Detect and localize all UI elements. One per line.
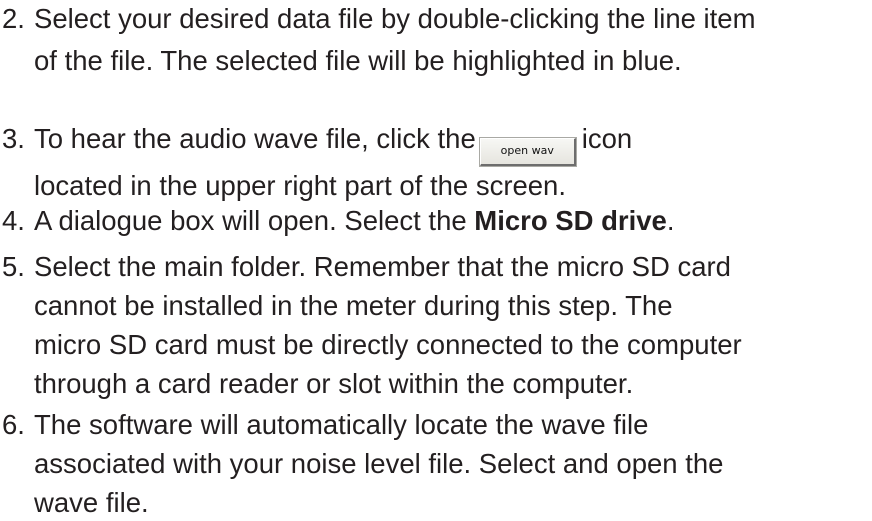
- step-3-text-before: To hear the audio wave file, click the: [34, 123, 476, 154]
- step-2: 2. Select your desired data file by doubl…: [0, 0, 756, 79]
- step-5: 5. Select the main folder. Remember that …: [0, 248, 742, 402]
- step-3-line-1: 3. To hear the audio wave file, click the…: [0, 120, 633, 167]
- step-3-text-after: icon: [581, 123, 633, 154]
- step-4-text-after: .: [666, 205, 675, 236]
- step-number: 3.: [2, 123, 25, 154]
- step-number: 4.: [2, 205, 25, 236]
- step-5-text-1: Select the main folder. Remember that th…: [34, 251, 731, 282]
- micro-sd-drive-emphasis: Micro SD drive: [474, 205, 667, 236]
- step-5-text-4: through a card reader or slot within the…: [34, 368, 634, 399]
- step-6-text-1: The software will automatically locate t…: [34, 409, 649, 440]
- step-number: 6.: [2, 409, 25, 440]
- step-6: 6. The software will automatically locate…: [0, 406, 723, 521]
- step-number: 2.: [2, 3, 25, 34]
- step-3-text-2: located in the upper right part of the s…: [34, 170, 566, 201]
- step-6-text-2: associated with your noise level file. S…: [34, 448, 724, 479]
- step-4: 4. A dialogue box will open. Select the M…: [0, 202, 675, 239]
- step-4-text-before: A dialogue box will open. Select the: [34, 205, 475, 236]
- step-4-line-1: 4. A dialogue box will open. Select the M…: [0, 202, 675, 239]
- instructions-document: 2. Select your desired data file by doubl…: [0, 0, 872, 518]
- step-5-text-3: micro SD card must be directly connected…: [34, 329, 742, 360]
- step-3: 3. To hear the audio wave file, click the…: [0, 120, 632, 204]
- step-5-text-2: cannot be installed in the meter during …: [34, 290, 673, 321]
- step-2-text-1: Select your desired data file by double-…: [34, 3, 756, 34]
- step-number: 5.: [2, 251, 25, 282]
- step-5-line-1: 5. Select the main folder. Remember that …: [0, 248, 742, 285]
- step-2-text-2: of the file. The selected file will be h…: [34, 45, 682, 76]
- step-6-text-3: wave file.: [34, 487, 149, 518]
- step-2-line-1: 2. Select your desired data file by doubl…: [0, 0, 756, 37]
- open-wav-button-image: open wav: [478, 137, 577, 167]
- step-6-line-1: 6. The software will automatically locate…: [0, 406, 723, 443]
